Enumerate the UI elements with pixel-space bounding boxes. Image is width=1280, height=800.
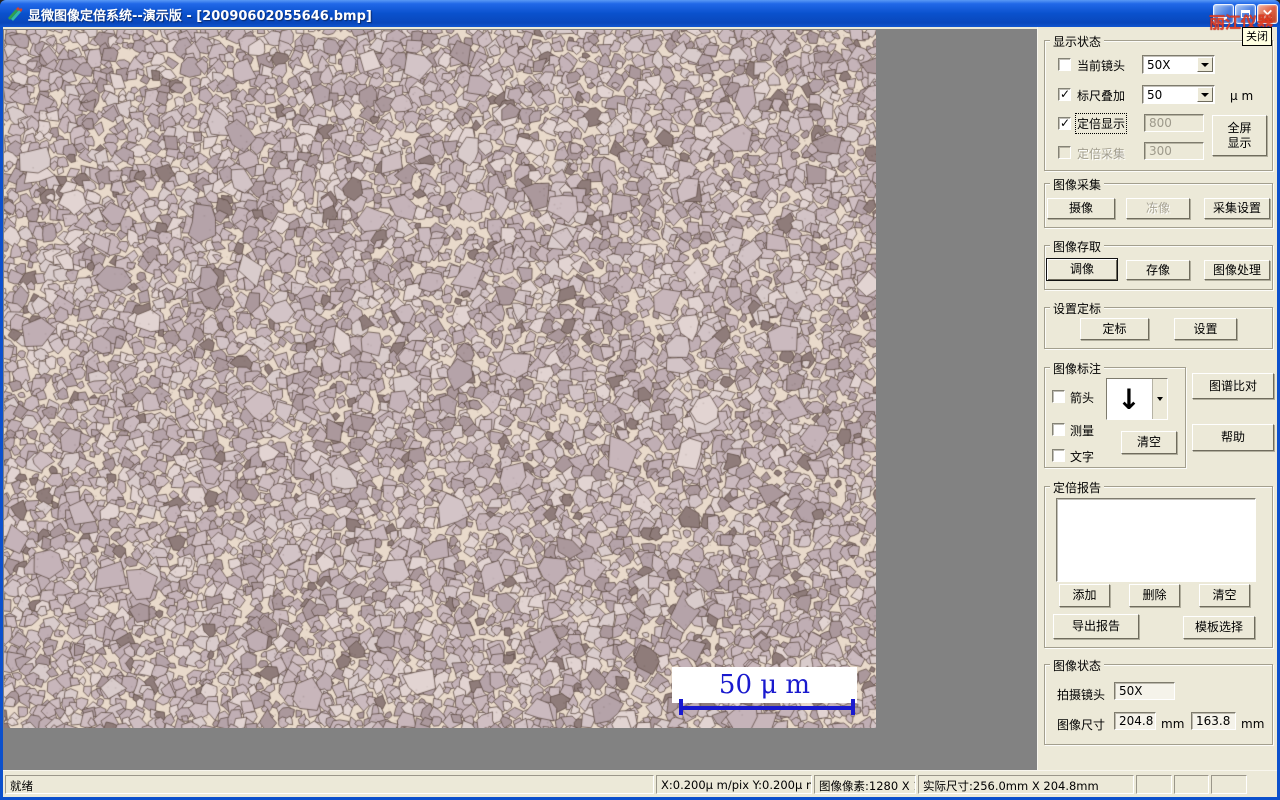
- scale-bar-label: 50 μ m: [718, 670, 811, 700]
- group-calibration-title: 设置定标: [1050, 300, 1105, 317]
- template-select-button[interactable]: 模板选择: [1183, 616, 1255, 639]
- measure-label: 测量: [1070, 424, 1095, 438]
- ruler-overlay-checkbox[interactable]: [1058, 87, 1071, 101]
- group-annotation: 图像标注 箭头 ↓ 测量 清空 文字: [1044, 360, 1186, 468]
- ruler-overlay-label: 标尺叠加: [1077, 89, 1126, 103]
- fixed-display-field[interactable]: 800: [1144, 114, 1204, 132]
- load-image-button[interactable]: 调像: [1046, 258, 1118, 281]
- status-empty-3: [1211, 775, 1247, 794]
- shoot-lens-label: 拍摄镜头: [1057, 688, 1106, 702]
- save-image-button[interactable]: 存像: [1126, 260, 1190, 280]
- fullscreen-button[interactable]: 全屏显示: [1212, 115, 1267, 156]
- scale-bar: 50 μ m: [672, 667, 857, 703]
- group-annotation-title: 图像标注: [1050, 360, 1105, 377]
- group-image-status: 图像状态 拍摄镜头 50X 图像尺寸 204.8 mm 163.8 mm: [1044, 657, 1273, 745]
- ruler-dropdown-icon[interactable]: [1197, 87, 1213, 102]
- status-empty-1: [1136, 775, 1172, 794]
- ruler-unit-label: μ m: [1230, 89, 1254, 103]
- title-bar[interactable]: 显微图像定倍系统--演示版 - [20090602055646.bmp] × 丽…: [0, 0, 1280, 32]
- fixed-capture-label: 定倍采集: [1077, 147, 1126, 161]
- current-lens-label: 当前镜头: [1077, 59, 1126, 73]
- control-panel: 显示状态 当前镜头 50X 标尺叠加 50 μ m 定倍显示 800 定倍采: [1037, 27, 1277, 770]
- down-arrow-icon: ↓: [1117, 382, 1141, 416]
- group-display-state: 显示状态 当前镜头 50X 标尺叠加 50 μ m 定倍显示 800 定倍采: [1044, 33, 1273, 171]
- image-width-unit: mm: [1161, 717, 1185, 731]
- status-ready: 就绪: [5, 775, 654, 794]
- report-clear-button[interactable]: 清空: [1199, 584, 1250, 607]
- current-lens-value: 50X: [1147, 58, 1171, 72]
- current-lens-checkbox[interactable]: [1058, 58, 1071, 71]
- help-button[interactable]: 帮助: [1192, 424, 1274, 451]
- arrow-checkbox[interactable]: [1052, 390, 1065, 403]
- status-pixel-scale: X:0.200μ m/pix Y:0.200μ m/pix: [656, 775, 812, 794]
- ruler-value: 50: [1147, 88, 1163, 102]
- export-report-button[interactable]: 导出报告: [1053, 614, 1139, 639]
- image-width-field: 204.8: [1114, 712, 1156, 730]
- group-image-status-title: 图像状态: [1050, 657, 1105, 674]
- scale-bar-line: [679, 706, 855, 710]
- text-label: 文字: [1070, 450, 1095, 464]
- image-height-field: 163.8: [1191, 712, 1236, 730]
- calibrate-button[interactable]: 定标: [1080, 318, 1149, 340]
- image-process-button[interactable]: 图像处理: [1204, 260, 1270, 280]
- scale-bar-tick-left: [679, 699, 683, 715]
- group-image-capture: 图像采集 摄像 冻像 采集设置: [1044, 176, 1273, 228]
- client-area: 50 μ m 显示状态 当前镜头 50X 标尺叠加 50: [3, 27, 1277, 797]
- fixed-capture-field[interactable]: 300: [1144, 142, 1204, 160]
- status-image-pixels: 图像像素:1280 X 1024: [814, 775, 916, 794]
- clear-annotation-button[interactable]: 清空: [1121, 431, 1177, 454]
- fixed-display-checkbox[interactable]: [1058, 116, 1071, 130]
- workspace: 50 μ m: [3, 27, 1037, 770]
- report-delete-button[interactable]: 删除: [1129, 584, 1180, 607]
- arrow-label: 箭头: [1070, 391, 1095, 405]
- image-size-label: 图像尺寸: [1057, 718, 1106, 732]
- report-listbox[interactable]: [1056, 498, 1256, 582]
- measure-checkbox[interactable]: [1052, 423, 1065, 436]
- app-icon: [7, 5, 23, 21]
- group-image-capture-title: 图像采集: [1050, 176, 1105, 193]
- fixed-display-label: 定倍显示: [1074, 113, 1128, 134]
- shoot-lens-field: 50X: [1114, 682, 1175, 700]
- group-display-state-title: 显示状态: [1050, 33, 1105, 50]
- fixed-capture-checkbox[interactable]: [1058, 146, 1071, 159]
- group-image-storage-title: 图像存取: [1050, 238, 1105, 255]
- ruler-value-select[interactable]: 50: [1142, 85, 1215, 104]
- capture-settings-button[interactable]: 采集设置: [1204, 198, 1270, 219]
- status-actual-size: 实际尺寸:256.0mm X 204.8mm: [918, 775, 1134, 794]
- camera-button[interactable]: 摄像: [1047, 198, 1115, 219]
- atlas-compare-button[interactable]: 图谱比对: [1192, 373, 1274, 399]
- close-tooltip: 关闭: [1242, 27, 1272, 46]
- group-image-storage: 图像存取 调像 存像 图像处理: [1044, 238, 1273, 290]
- group-calibration: 设置定标 定标 设置: [1044, 300, 1273, 349]
- freeze-button[interactable]: 冻像: [1126, 198, 1190, 219]
- group-report: 定倍报告 添加 删除 清空 导出报告 模板选择: [1044, 479, 1273, 648]
- status-bar: 就绪 X:0.200μ m/pix Y:0.200μ m/pix 图像像素:12…: [3, 770, 1277, 797]
- app-window: 显微图像定倍系统--演示版 - [20090602055646.bmp] × 丽…: [0, 0, 1280, 800]
- status-empty-2: [1174, 775, 1209, 794]
- image-height-unit: mm: [1241, 717, 1265, 731]
- arrow-style-dropdown-icon[interactable]: [1152, 379, 1167, 419]
- micrograph-image[interactable]: [4, 30, 876, 728]
- report-add-button[interactable]: 添加: [1059, 584, 1110, 607]
- current-lens-dropdown-icon[interactable]: [1197, 57, 1213, 72]
- window-title: 显微图像定倍系统--演示版 - [20090602055646.bmp]: [28, 9, 372, 24]
- current-lens-select[interactable]: 50X: [1142, 55, 1215, 74]
- group-report-title: 定倍报告: [1050, 479, 1105, 496]
- text-checkbox[interactable]: [1052, 449, 1065, 462]
- scale-bar-tick-right: [851, 699, 855, 715]
- arrow-style-select[interactable]: ↓: [1106, 378, 1168, 420]
- calibration-settings-button[interactable]: 设置: [1174, 318, 1237, 340]
